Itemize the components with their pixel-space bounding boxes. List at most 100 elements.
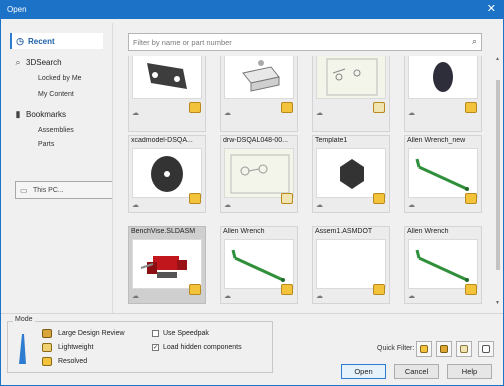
cloud-icon: ☁ xyxy=(132,202,139,209)
this-pc-label: This PC... xyxy=(33,186,64,194)
part-icon xyxy=(189,102,201,113)
mode-option-large-design-review[interactable]: Large Design Review xyxy=(42,329,125,338)
file-thumbnail xyxy=(132,239,202,289)
scroll-down-icon[interactable]: ▼ xyxy=(495,300,500,306)
drawing-icon xyxy=(281,193,293,204)
file-thumbnail xyxy=(408,148,478,198)
sidebar-item-my-content[interactable]: My Content xyxy=(38,91,74,98)
lightweight-icon xyxy=(42,343,52,352)
part-icon xyxy=(281,284,293,295)
open-button[interactable]: Open xyxy=(341,364,386,379)
sidebar-item-locked-by-me[interactable]: Locked by Me xyxy=(38,75,82,82)
file-name: BenchVise.SLDASM xyxy=(131,228,196,235)
part-icon xyxy=(465,284,477,295)
file-tile[interactable]: ☁ xyxy=(128,56,206,132)
file-thumbnail xyxy=(316,239,386,289)
footer-separator xyxy=(1,313,503,314)
file-thumbnail xyxy=(408,56,478,99)
assembly-icon xyxy=(189,284,201,295)
file-tile[interactable]: Allen Wrench ☁ xyxy=(404,226,482,304)
search-icon: ⌕ xyxy=(15,56,21,67)
scroll-up-icon[interactable]: ▲ xyxy=(495,56,500,62)
file-tile[interactable]: drw-DSQAL048-00... ☁ xyxy=(220,135,298,213)
cloud-icon: ☁ xyxy=(408,293,415,300)
mode-slider[interactable] xyxy=(18,332,27,366)
filter-parts-button[interactable] xyxy=(416,341,432,357)
book-icon: ▮ xyxy=(15,108,21,119)
cloud-icon: ☁ xyxy=(224,202,231,209)
scrollbar-thumb[interactable] xyxy=(496,80,500,270)
sidebar-item-recent[interactable]: ◷ Recent xyxy=(10,33,103,49)
sidebar-divider xyxy=(112,23,113,313)
file-grid: ☁ ☁ ☁ ☁ xcadmodel-DSQA... ☁ drw-DSQAL048… xyxy=(128,56,494,306)
monitor-icon: ▭ xyxy=(20,185,28,195)
cloud-icon: ☁ xyxy=(408,110,415,117)
part-icon xyxy=(189,193,201,204)
file-tile[interactable]: ☁ xyxy=(404,56,482,132)
mode-option-lightweight[interactable]: Lightweight xyxy=(42,343,93,352)
file-name: Assem1.ASMDOT xyxy=(315,228,373,235)
file-tile[interactable]: Allen Wrench ☁ xyxy=(220,226,298,304)
assembly-filter-icon xyxy=(440,345,448,353)
search-icon[interactable]: ⌕ xyxy=(472,36,477,47)
filter-top-level-button[interactable] xyxy=(478,341,494,357)
resolved-icon xyxy=(42,357,52,366)
cloud-icon: ☁ xyxy=(316,110,323,117)
sidebar-item-3dsearch[interactable]: ⌕ 3DSearch xyxy=(10,54,103,70)
file-tile[interactable]: Template1 ☁ xyxy=(312,135,390,213)
quick-filter-label: Quick Filter: xyxy=(377,345,415,352)
search-box: ⌕ xyxy=(128,33,482,51)
part-icon xyxy=(373,193,385,204)
vertical-scrollbar[interactable]: ▲ ▼ xyxy=(495,56,501,306)
cloud-icon: ☁ xyxy=(224,110,231,117)
file-tile[interactable]: BenchVise.SLDASM ☁ xyxy=(128,226,206,304)
part-icon xyxy=(465,193,477,204)
file-thumbnail xyxy=(224,56,294,99)
file-tile[interactable]: Allen Wrench_new ☁ xyxy=(404,135,482,213)
open-dialog: Open ✕ ◷ Recent ⌕ 3DSearch Locked by Me … xyxy=(0,0,504,386)
mode-option-label: Resolved xyxy=(58,358,88,365)
sidebar: ◷ Recent ⌕ 3DSearch Locked by Me My Cont… xyxy=(10,27,113,307)
sidebar-item-label: Bookmarks xyxy=(26,109,67,119)
close-icon[interactable]: ✕ xyxy=(487,3,496,15)
clock-icon: ◷ xyxy=(16,35,24,46)
file-thumbnail xyxy=(408,239,478,289)
top-level-filter-icon xyxy=(482,345,490,353)
file-thumbnail xyxy=(224,239,294,289)
use-speedpak-checkbox[interactable]: Use Speedpak xyxy=(152,330,209,337)
cloud-icon: ☁ xyxy=(316,202,323,209)
assembly-icon xyxy=(281,102,293,113)
large-design-review-icon xyxy=(42,329,52,338)
file-tile[interactable]: Assem1.ASMDOT ☁ xyxy=(312,226,390,304)
help-button[interactable]: Help xyxy=(447,364,492,379)
drawing-icon xyxy=(373,102,385,113)
file-tile[interactable]: xcadmodel-DSQA... ☁ xyxy=(128,135,206,213)
sidebar-item-assemblies[interactable]: Assemblies xyxy=(38,127,74,134)
mode-option-label: Large Design Review xyxy=(58,330,125,337)
cloud-icon: ☁ xyxy=(224,293,231,300)
sidebar-item-parts[interactable]: Parts xyxy=(38,141,54,148)
part-filter-icon xyxy=(420,345,428,353)
drawing-filter-icon xyxy=(460,345,468,353)
sidebar-item-bookmarks[interactable]: ▮ Bookmarks xyxy=(10,106,103,122)
cancel-button[interactable]: Cancel xyxy=(394,364,439,379)
filter-drawings-button[interactable] xyxy=(456,341,472,357)
this-pc-button[interactable]: ▭ This PC... xyxy=(15,181,113,199)
checkbox-label: Load hidden components xyxy=(163,344,242,351)
sidebar-item-label: Recent xyxy=(28,36,55,46)
file-thumbnail xyxy=(132,148,202,198)
checkbox-box xyxy=(152,330,159,337)
mode-option-resolved[interactable]: Resolved xyxy=(42,357,87,366)
search-input[interactable] xyxy=(133,36,463,49)
file-name: Template1 xyxy=(315,137,348,144)
file-name: Allen Wrench xyxy=(223,228,265,235)
file-name: Allen Wrench xyxy=(407,228,449,235)
file-tile[interactable]: ☁ xyxy=(220,56,298,132)
cloud-icon: ☁ xyxy=(316,293,323,300)
load-hidden-components-checkbox[interactable]: ✓ Load hidden components xyxy=(152,344,242,351)
filter-assemblies-button[interactable] xyxy=(436,341,452,357)
title-bar: Open ✕ xyxy=(1,1,503,19)
file-tile[interactable]: ☁ xyxy=(312,56,390,132)
mode-option-label: Lightweight xyxy=(58,344,94,351)
checkmark-icon: ✓ xyxy=(152,344,159,351)
